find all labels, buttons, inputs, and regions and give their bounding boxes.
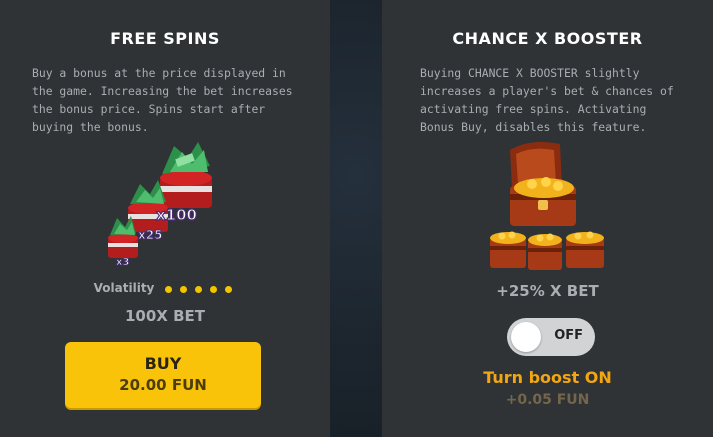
free-spins-panel: FREE SPINS Buy a bonus at the price disp… [0,0,330,437]
treasure-chest-left [490,231,526,268]
buy-button-label: BUY [144,354,182,373]
free-spins-title: FREE SPINS [110,29,220,48]
treasure-chest-right [566,231,604,268]
multiplier-x3-label: x3 [116,257,129,268]
volatility-rating [164,282,237,296]
boost-toggle[interactable]: OFF [507,318,595,356]
treasure-chests-icon [490,142,604,270]
multiplier-x100-label: x100 [156,206,197,224]
boost-price-label: +0.05 FUN [505,392,590,408]
volatility-label: Volatility [93,281,155,295]
treasure-chest-middle [528,233,562,270]
panel-divider [330,0,382,437]
toggle-knob [511,322,541,352]
volatility-row: Volatility [0,281,330,296]
free-spins-bet-label: 100X BET [124,307,205,325]
money-stack-large [160,142,212,208]
chance-booster-title: CHANCE X BOOSTER [452,29,643,48]
volatility-dot [194,285,202,293]
volatility-dot [225,285,233,293]
free-spins-description: Buy a bonus at the price displayed in th… [32,66,293,134]
turn-boost-on-label: Turn boost ON [483,368,612,387]
money-stacks-icon: x100 x25 x3 [108,142,212,268]
volatility-dot [210,285,218,293]
treasure-chest-large [510,142,576,226]
volatility-dot [179,285,187,293]
chance-booster-bet-label: +25% X BET [496,282,599,300]
volatility-dot [164,285,172,293]
toggle-state-label: OFF [554,328,583,343]
buy-button[interactable]: BUY 20.00 FUN [65,342,261,408]
chance-booster-description: Buying CHANCE X BOOSTER slightly increas… [420,66,674,134]
buy-button-price: 20.00 FUN [119,376,207,394]
multiplier-x25-label: x25 [138,228,162,242]
